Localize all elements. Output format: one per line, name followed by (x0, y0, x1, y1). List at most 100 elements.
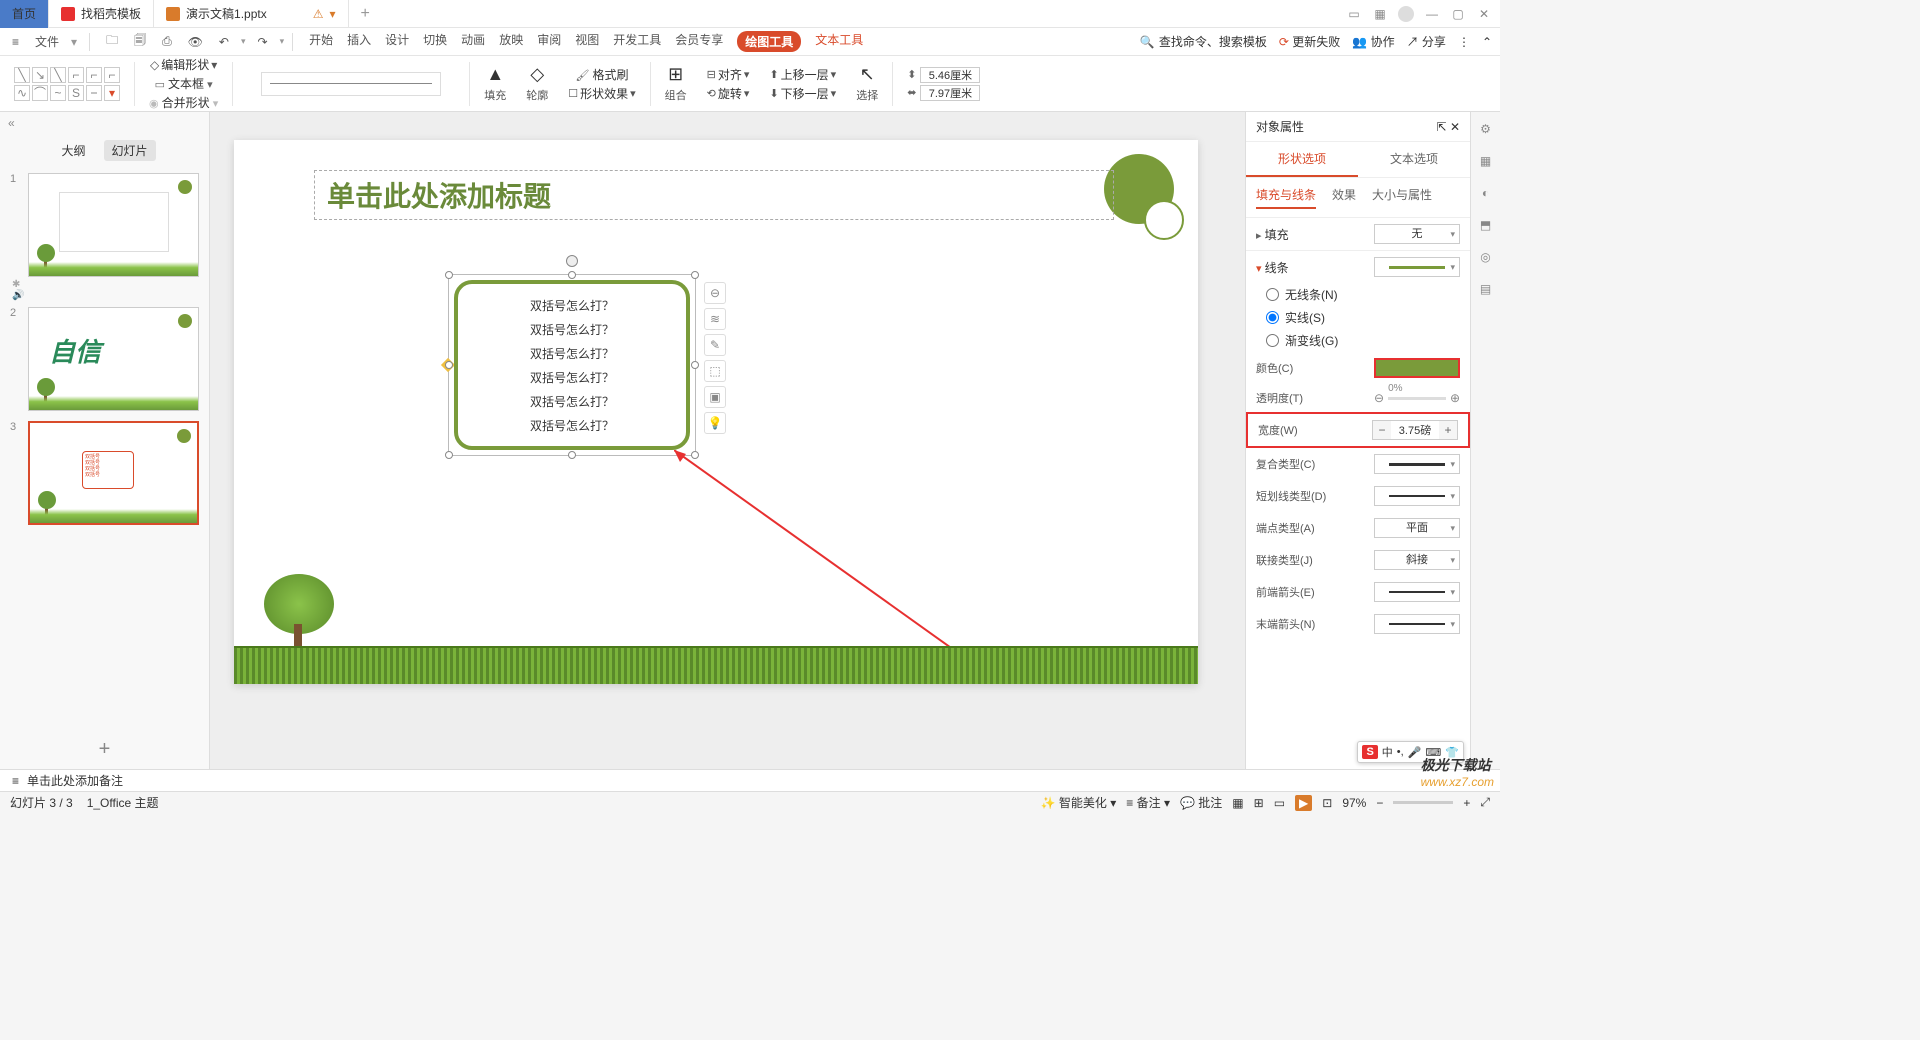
ime-punct[interactable]: •, (1397, 746, 1404, 758)
file-dd-icon[interactable]: ▾ (71, 35, 77, 49)
radio-noline-input[interactable] (1266, 288, 1279, 301)
tab-templates[interactable]: 找稻壳模板 (49, 0, 154, 28)
up-button[interactable]: ⬆ 上移一层 ▾ (769, 66, 836, 83)
rail-pin-icon[interactable]: ◎ (1477, 248, 1495, 266)
update-fail[interactable]: ⟳ 更新失败 (1279, 33, 1340, 50)
layout1-icon[interactable]: ▭ (1346, 6, 1362, 22)
rotate-handle[interactable] (566, 255, 578, 267)
trans-plus[interactable]: ⊕ (1450, 391, 1460, 405)
rail-lib-icon[interactable]: ⬒ (1477, 216, 1495, 234)
select-icon[interactable]: ↖ (860, 64, 875, 85)
line-style-gallery[interactable] (241, 56, 461, 111)
tab-outline[interactable]: 大纲 (53, 140, 93, 161)
cap-select[interactable]: 平面 (1374, 518, 1460, 538)
trans-slider[interactable]: 0% (1388, 397, 1446, 400)
tab-design[interactable]: 设计 (385, 31, 409, 52)
tab-animation[interactable]: 动画 (461, 31, 485, 52)
collapse-icon[interactable]: « (0, 112, 209, 134)
thumbnail-2[interactable]: 2自信 (10, 307, 199, 411)
tab-slides[interactable]: 幻灯片 (104, 140, 156, 161)
width-input[interactable] (1391, 424, 1439, 436)
tab-dev[interactable]: 开发工具 (613, 31, 661, 52)
width-dec[interactable]: − (1373, 421, 1391, 439)
radio-gradient[interactable]: 渐变线(G) (1246, 329, 1470, 352)
zoom-reset[interactable]: ⊡ (1322, 796, 1332, 810)
close-icon[interactable]: ✕ (1476, 6, 1492, 22)
radio-solid-input[interactable] (1266, 311, 1279, 324)
fill-button[interactable]: 填充 (484, 87, 506, 103)
beautify-button[interactable]: ✨ 智能美化 ▾ (1041, 794, 1117, 811)
lines-gallery[interactable]: ╲↘╲⌐⌐⌐ ∿⌒~S⎯▾ (8, 56, 126, 111)
slide-canvas[interactable]: 单击此处添加标题 双括号怎么打？ 双括号怎么打？ 双括号怎么打？ 双括号怎么打？ (210, 112, 1245, 769)
join-select[interactable]: 斜接 (1374, 550, 1460, 570)
radio-solid[interactable]: 实线(S) (1246, 306, 1470, 329)
rotate-button[interactable]: ⟲ 旋转 ▾ (707, 85, 750, 102)
line-preview[interactable] (1374, 257, 1460, 277)
subtab-effect[interactable]: 效果 (1332, 186, 1356, 209)
view-normal-icon[interactable]: ▦ (1232, 796, 1243, 810)
more-icon[interactable]: ⋮ (1458, 35, 1470, 49)
group-button[interactable]: 组合 (665, 87, 687, 103)
maximize-icon[interactable]: ▢ (1450, 6, 1466, 22)
tab-text[interactable]: 文本工具 (815, 31, 863, 52)
zoom-out[interactable]: − (1376, 796, 1383, 810)
print-icon[interactable]: ⎙ (158, 32, 176, 51)
handle-bc[interactable] (568, 451, 576, 459)
save-icon[interactable]: 🗀 (102, 29, 122, 54)
handle-mr[interactable] (691, 361, 699, 369)
rail-tune-icon[interactable]: ⚙ (1477, 120, 1495, 138)
zoom-value[interactable]: 97% (1342, 796, 1366, 810)
group-icon[interactable]: ⊞ (668, 64, 683, 85)
zoom-in[interactable]: + (1463, 796, 1470, 810)
tab-new[interactable]: + (349, 0, 382, 28)
redo-icon[interactable]: ↷ (254, 33, 272, 51)
edit-shape-button[interactable]: ◇ 编辑形状 ▾ (150, 56, 217, 73)
tab-insert[interactable]: 插入 (347, 31, 371, 52)
arrow2-select[interactable] (1374, 614, 1460, 634)
tab-vip[interactable]: 会员专享 (675, 31, 723, 52)
rail-shape-icon[interactable]: ◐ (1477, 184, 1495, 202)
comments-button[interactable]: 💬 批注 (1180, 794, 1222, 811)
tab-slideshow[interactable]: 放映 (499, 31, 523, 52)
outline-button[interactable]: 轮廓 (526, 87, 548, 103)
saveas-icon[interactable]: 🗐 (130, 29, 150, 54)
dash-select[interactable] (1374, 486, 1460, 506)
tab-drawing[interactable]: 绘图工具 (737, 31, 801, 52)
fill-icon[interactable]: ▲ (486, 64, 504, 85)
tab-dropdown-icon[interactable]: ▾ (330, 7, 336, 21)
view-sorter-icon[interactable]: ⊞ (1254, 796, 1264, 810)
expand-icon[interactable]: ⌃ (1482, 35, 1492, 49)
handle-bl[interactable] (445, 451, 453, 459)
add-slide-button[interactable]: + (0, 730, 209, 769)
format-painter[interactable]: 🖌 格式刷 (575, 66, 628, 83)
tool-minus[interactable]: ⊖ (704, 282, 726, 304)
zoom-slider[interactable] (1393, 801, 1453, 804)
search-box[interactable]: 🔍查找命令、搜索模板 (1140, 33, 1267, 50)
handle-ml[interactable] (445, 361, 453, 369)
tab-view[interactable]: 视图 (575, 31, 599, 52)
title-placeholder[interactable]: 单击此处添加标题 (314, 170, 1114, 220)
select-button[interactable]: 选择 (856, 87, 878, 103)
coop-button[interactable]: 👥 协作 (1352, 33, 1394, 50)
align-button[interactable]: ⊟ 对齐 ▾ (707, 66, 750, 83)
tab-review[interactable]: 审阅 (537, 31, 561, 52)
preview-icon[interactable]: 👁 (184, 33, 207, 51)
handle-tc[interactable] (568, 271, 576, 279)
file-menu[interactable]: 文件 (31, 31, 63, 52)
tab-text-opt[interactable]: 文本选项 (1358, 142, 1470, 177)
tool-frame[interactable]: ▣ (704, 386, 726, 408)
notes-button[interactable]: ≡ 备注 ▾ (1126, 794, 1170, 811)
close-panel-icon[interactable]: ✕ (1450, 120, 1460, 134)
tool-layers[interactable]: ≋ (704, 308, 726, 330)
warning-icon[interactable]: ⚠ (313, 7, 324, 21)
fill-header[interactable]: ▸ 填充 (1256, 226, 1289, 243)
pin-icon[interactable]: ⇱ (1437, 120, 1447, 134)
ime-mode[interactable]: 中 (1382, 744, 1393, 760)
view-reading-icon[interactable]: ▭ (1274, 796, 1285, 810)
share-button[interactable]: ↗ 分享 (1407, 33, 1446, 50)
rounded-rect-shape[interactable]: 双括号怎么打？ 双括号怎么打？ 双括号怎么打？ 双括号怎么打？ 双括号怎么打？ … (454, 280, 690, 450)
handle-tl[interactable] (445, 271, 453, 279)
shape-effect-button[interactable]: ☐ 形状效果 ▾ (568, 85, 635, 102)
play-button[interactable]: ▶ (1295, 795, 1312, 811)
notes-bar[interactable]: ≡单击此处添加备注 (0, 769, 1500, 791)
